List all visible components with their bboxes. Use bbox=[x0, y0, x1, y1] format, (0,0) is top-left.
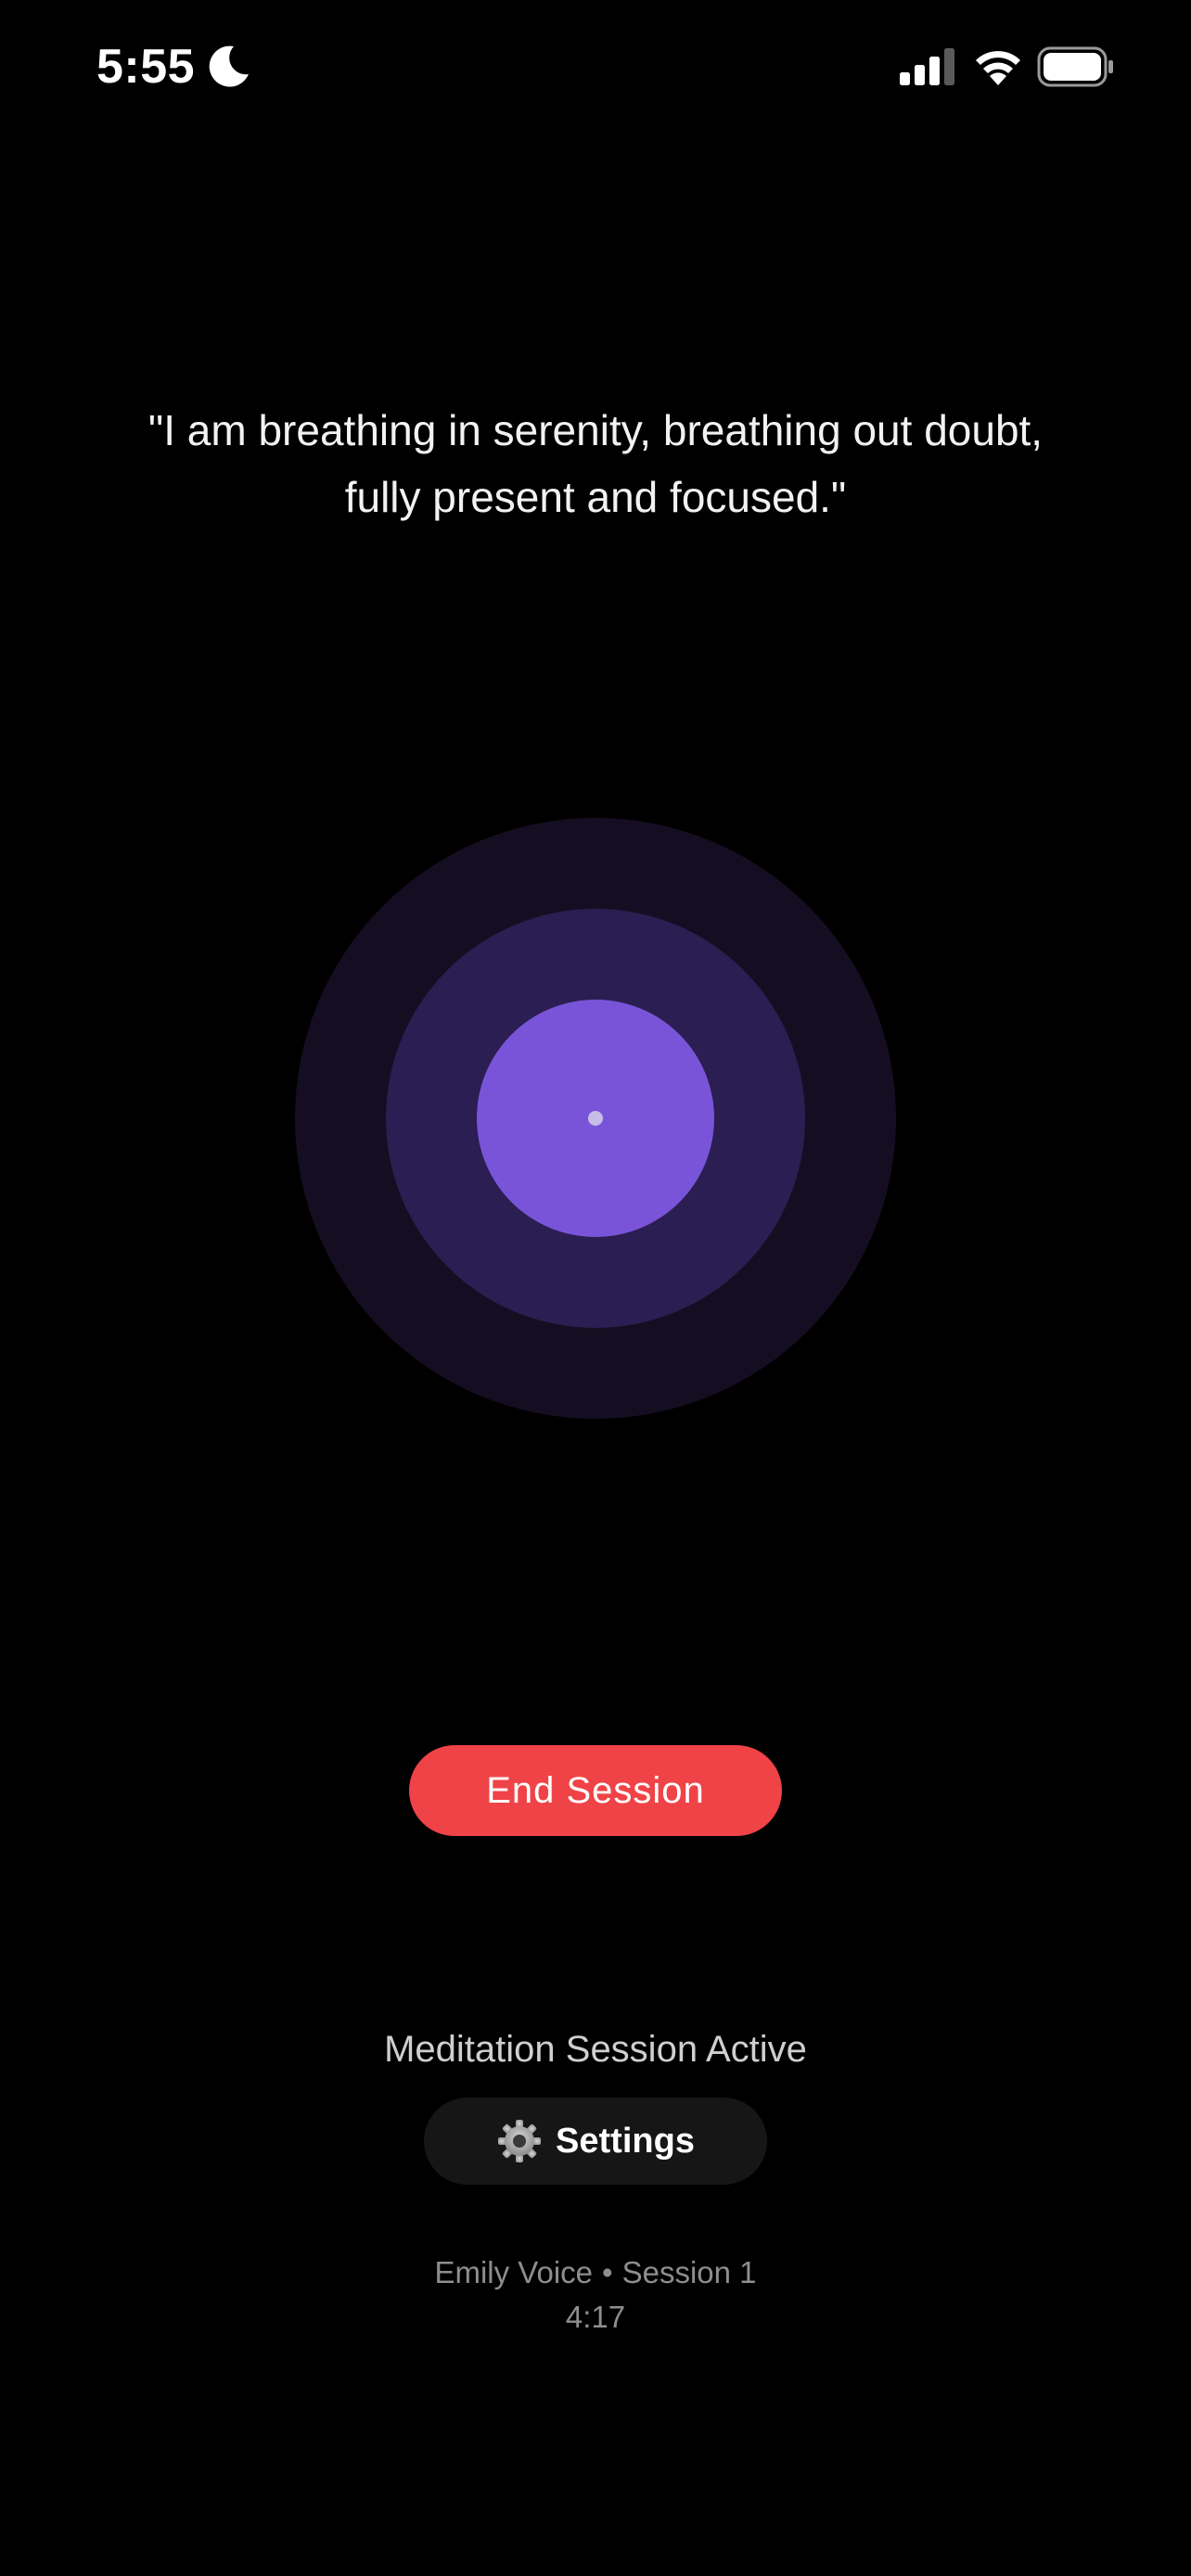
status-time: 5:55 bbox=[96, 40, 196, 94]
settings-label: Settings bbox=[556, 2121, 695, 2161]
affirmation-line-1: "I am breathing in serenity, breathing o… bbox=[147, 406, 1044, 454]
breathing-orb bbox=[295, 818, 896, 1419]
orb-center-dot bbox=[588, 1111, 603, 1126]
info-separator: • bbox=[602, 2255, 613, 2289]
affirmation-text: "I am breathing in serenity, breathing o… bbox=[74, 397, 1117, 530]
session-name: Session 1 bbox=[621, 2255, 757, 2289]
end-session-button[interactable]: End Session bbox=[409, 1745, 782, 1836]
affirmation-line-2: fully present and focused." bbox=[344, 473, 847, 521]
session-timer: 4:17 bbox=[565, 2300, 626, 2334]
wifi-icon bbox=[976, 51, 1020, 85]
settings-button[interactable]: Settings bbox=[424, 2098, 767, 2185]
gear-icon bbox=[498, 2120, 542, 2162]
battery-icon bbox=[1037, 46, 1113, 87]
signal-icon bbox=[900, 48, 954, 85]
session-status: Meditation Session Active bbox=[384, 2029, 807, 2070]
voice-session-info: Emily Voice • Session 1 bbox=[0, 2251, 1191, 2294]
status-bar: 5:55 bbox=[0, 0, 1191, 139]
moon-icon bbox=[209, 45, 249, 87]
voice-name: Emily Voice bbox=[434, 2255, 594, 2289]
